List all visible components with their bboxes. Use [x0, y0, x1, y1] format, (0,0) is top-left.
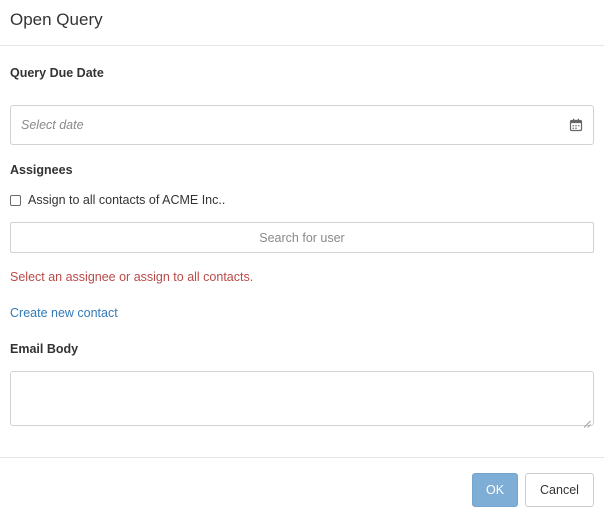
cancel-button[interactable]: Cancel — [525, 473, 594, 507]
assign-all-checkbox[interactable] — [10, 194, 21, 206]
email-body-textarea[interactable] — [11, 372, 593, 425]
dialog-title: Open Query — [10, 10, 103, 29]
user-search-input[interactable] — [11, 229, 593, 246]
assignees-label: Assignees — [10, 163, 73, 177]
due-date-label: Query Due Date — [10, 66, 104, 80]
user-search-field[interactable] — [10, 222, 594, 253]
due-date-input[interactable] — [21, 118, 569, 132]
resize-handle-icon[interactable] — [583, 415, 591, 428]
email-body-field[interactable] — [10, 371, 594, 428]
assign-all-row[interactable]: Assign to all contacts of ACME Inc.. — [10, 193, 225, 207]
email-body-label: Email Body — [10, 342, 79, 356]
create-new-contact-link[interactable]: Create new contact — [10, 306, 118, 320]
due-date-field[interactable] — [10, 105, 594, 145]
open-query-dialog: Open Query Query Due Date Assignees Assi… — [0, 0, 604, 518]
dialog-header: Open Query — [0, 0, 604, 46]
ok-button[interactable]: OK — [472, 473, 518, 507]
assign-all-label[interactable]: Assign to all contacts of ACME Inc.. — [28, 193, 225, 207]
assignee-error-message: Select an assignee or assign to all cont… — [10, 270, 254, 284]
calendar-icon[interactable] — [569, 118, 583, 132]
footer-divider — [0, 457, 604, 458]
